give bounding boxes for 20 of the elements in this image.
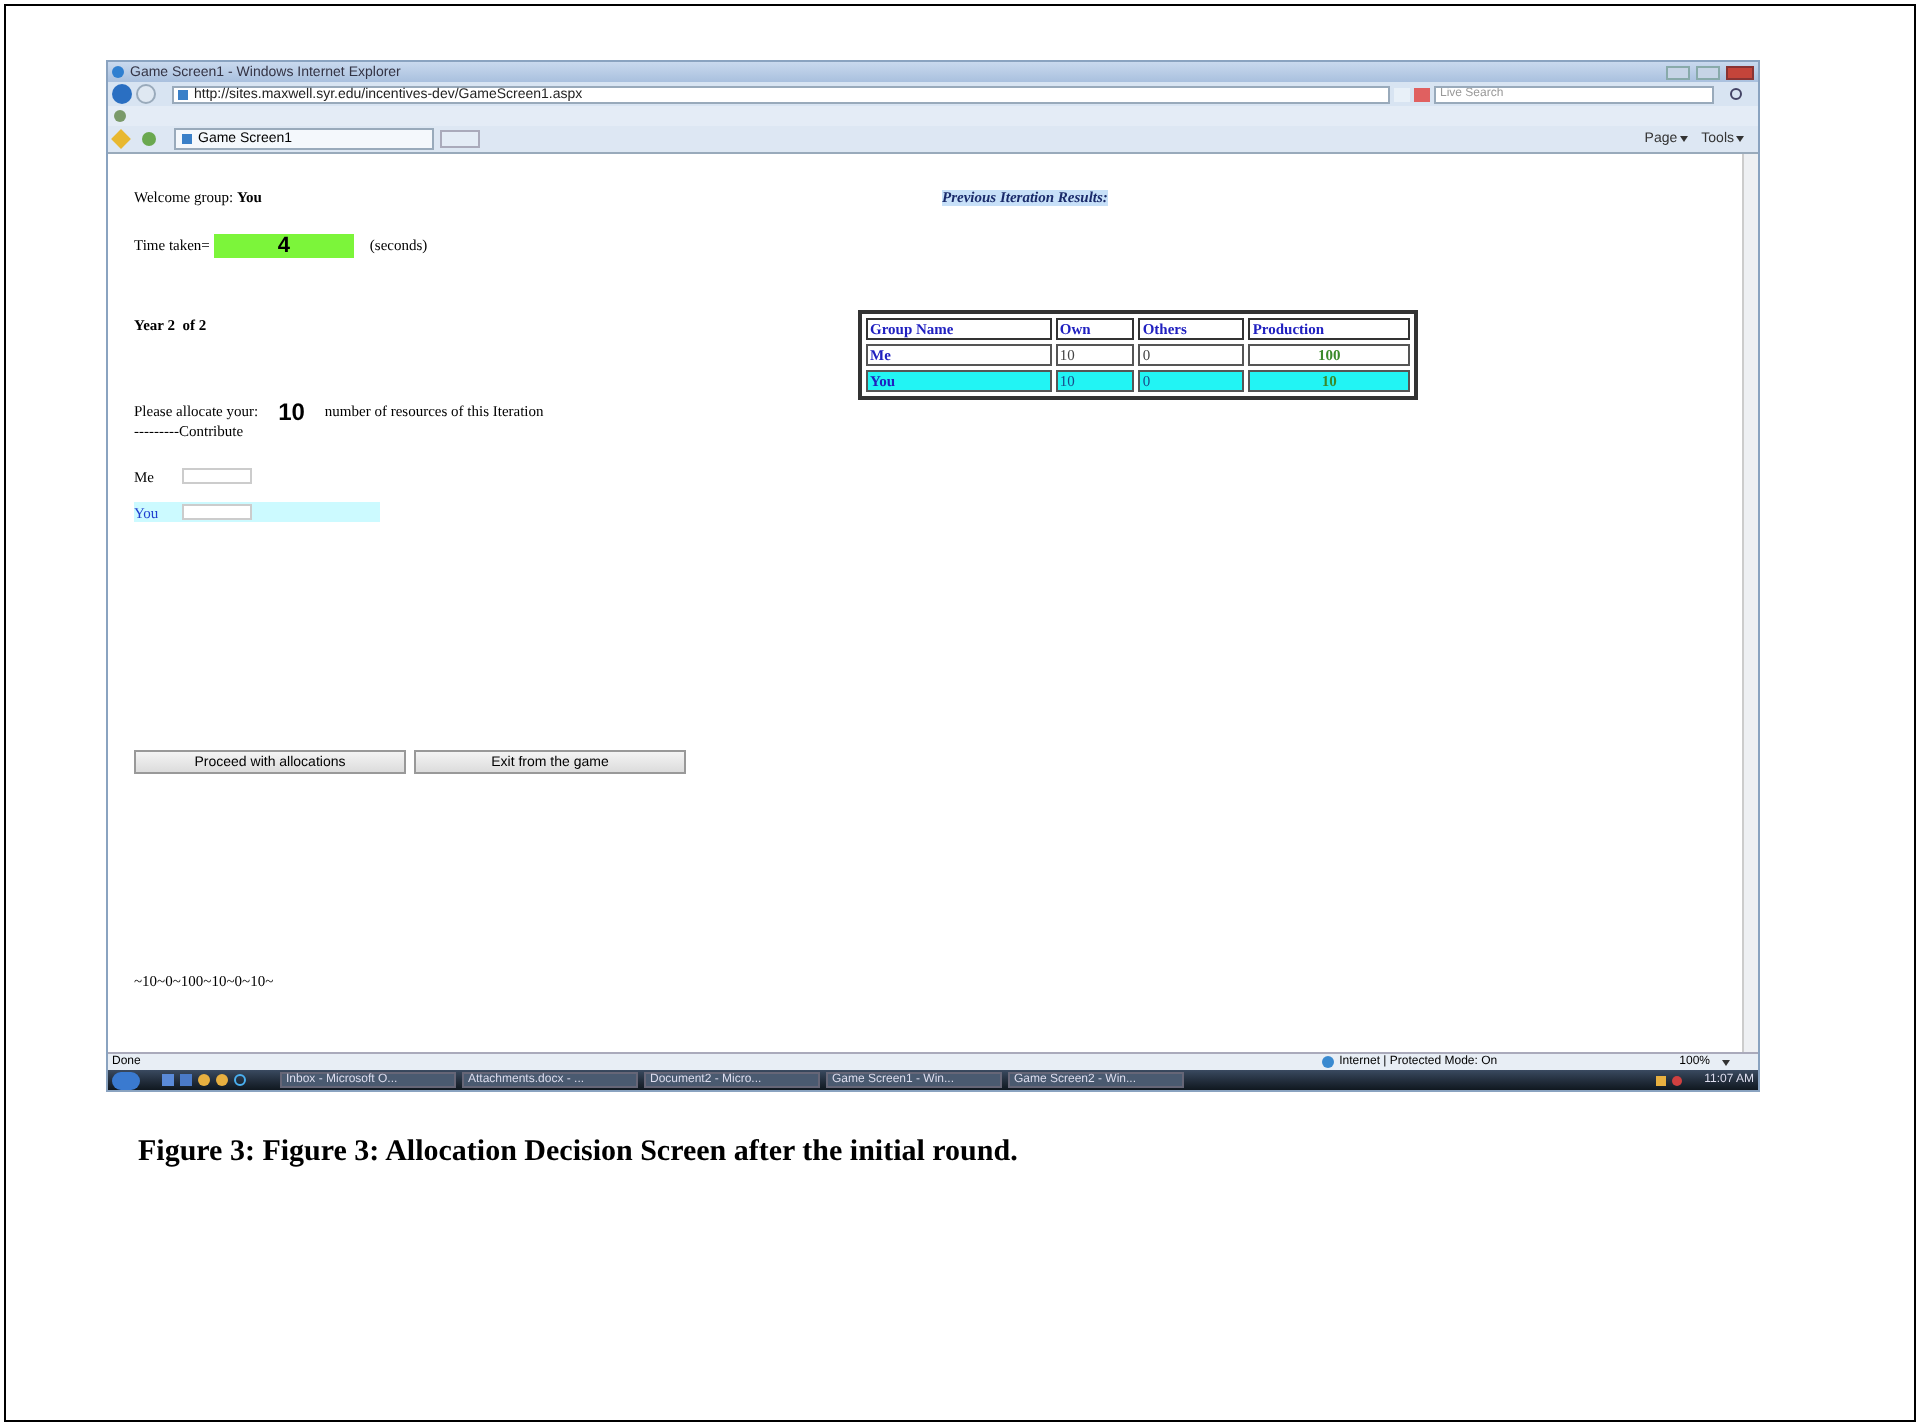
- time-value: 4: [213, 233, 354, 257]
- caret-icon: [1722, 1059, 1730, 1065]
- allocation-field[interactable]: [182, 468, 252, 485]
- forward-button[interactable]: [136, 84, 156, 104]
- page-icon: [182, 134, 192, 144]
- page-icon: [178, 89, 188, 99]
- scrollbar[interactable]: [1742, 154, 1758, 1052]
- allocation-field[interactable]: [182, 504, 252, 521]
- new-tab-button[interactable]: [440, 130, 480, 148]
- start-button[interactable]: [112, 1071, 140, 1089]
- caret-icon: [1736, 136, 1744, 142]
- stop-icon[interactable]: [1414, 87, 1430, 101]
- minimize-button[interactable]: [1666, 65, 1690, 79]
- search-icon[interactable]: [1730, 88, 1742, 100]
- maximize-button[interactable]: [1696, 65, 1720, 79]
- caret-icon: [1679, 136, 1688, 142]
- figure-caption: Figure 3: Figure 3: Allocation Decision Screen after the initial round.: [138, 1138, 1020, 1168]
- back-button[interactable]: [112, 84, 132, 104]
- close-button[interactable]: [1726, 65, 1754, 79]
- allocate-value: 10: [278, 399, 305, 424]
